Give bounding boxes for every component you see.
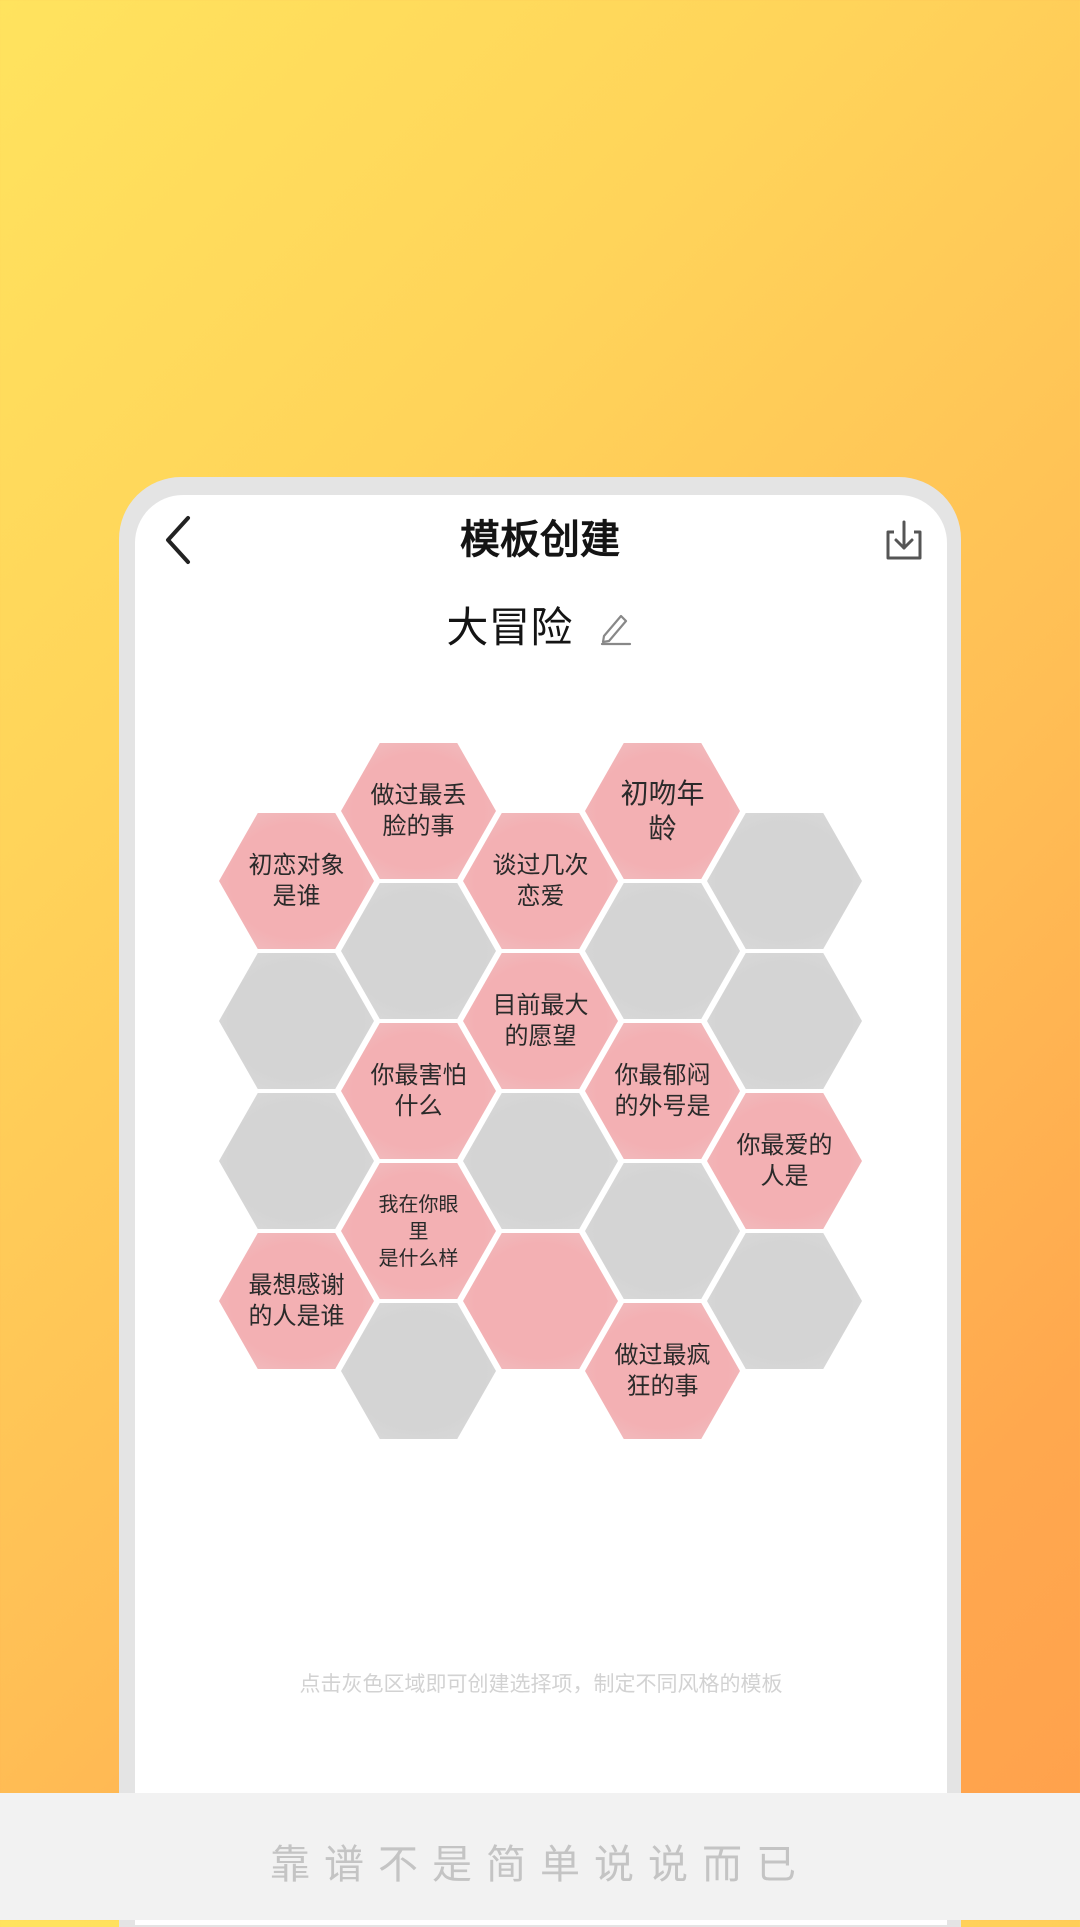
back-arrow-icon[interactable] — [160, 512, 200, 568]
template-name-row: 大冒险 — [340, 598, 740, 658]
hint-text: 点击灰色区域即可创建选择项，制定不同风格的模板 — [299, 1672, 783, 1696]
template-name: 大冒险 — [446, 603, 573, 652]
edit-pencil-icon[interactable] — [596, 608, 634, 646]
download-icon[interactable] — [882, 518, 926, 562]
page-title: 模板创建 — [460, 517, 620, 563]
slogan-text: 靠谱不是简单说说而已 — [270, 1842, 810, 1888]
